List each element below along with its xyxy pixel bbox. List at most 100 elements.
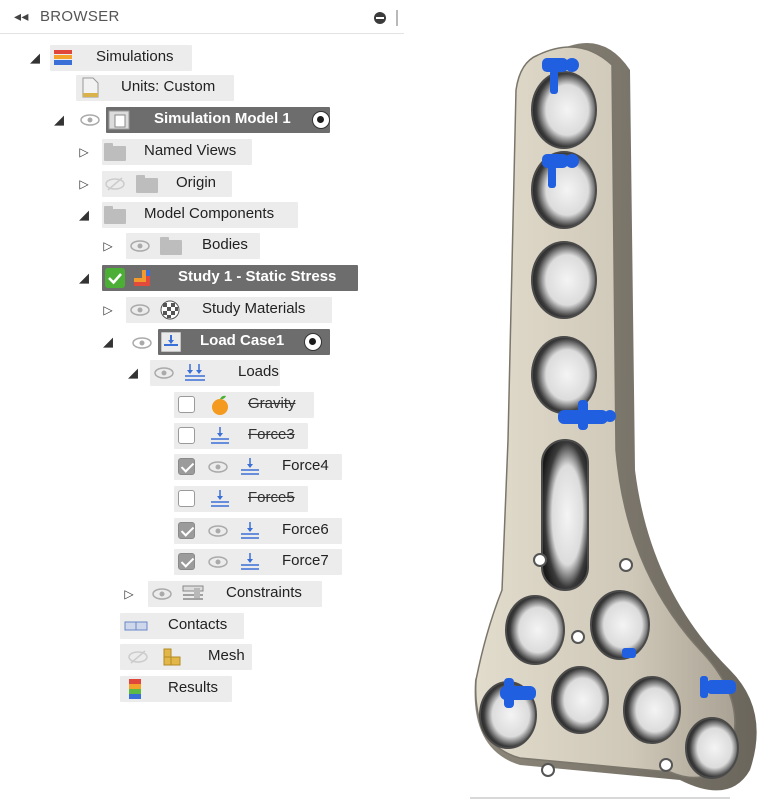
mesh-pill[interactable]: Mesh — [120, 644, 252, 670]
tree-node-force3[interactable]: Force3 — [0, 423, 404, 449]
origin-pill[interactable]: Origin — [102, 171, 232, 197]
panel-resize-handle[interactable] — [396, 10, 398, 26]
tree-node-force6[interactable]: Force6 — [0, 518, 404, 544]
expand-arrow-icon[interactable]: ◢ — [77, 270, 91, 286]
browser-title: BROWSER — [40, 8, 120, 25]
contacts-pill[interactable]: Contacts — [120, 613, 244, 639]
tree-node-load-case[interactable]: ◢ Load Case1 — [0, 329, 404, 355]
eye-icon[interactable] — [130, 239, 150, 253]
tree-node-origin[interactable]: ▷ Origin — [0, 171, 404, 197]
force3-pill[interactable]: Force3 — [174, 423, 308, 449]
folder-icon — [136, 175, 158, 193]
collapsed-arrow-icon[interactable]: ▷ — [101, 239, 115, 253]
simulation-workspace: ◂◂ BROWSER ◢ Simulations Units: Custom ◢ — [0, 0, 768, 803]
eye-icon[interactable] — [132, 336, 152, 350]
collapsed-arrow-icon[interactable]: ▷ — [77, 177, 91, 191]
gravity-checkbox[interactable] — [178, 396, 195, 413]
screw-hole — [590, 590, 650, 660]
tree-node-results[interactable]: Results — [0, 676, 404, 702]
eye-icon[interactable] — [208, 524, 228, 538]
collapse-panel-icon[interactable]: ◂◂ — [14, 8, 29, 25]
load-case-pill[interactable]: Load Case1 — [158, 329, 330, 355]
eye-icon[interactable] — [80, 114, 100, 126]
force5-checkbox[interactable] — [178, 490, 195, 507]
gravity-pill[interactable]: Gravity — [174, 392, 314, 418]
constraints-pill[interactable]: Constraints — [148, 581, 322, 607]
simulation-model-pill[interactable]: Simulation Model 1 — [106, 107, 330, 133]
eye-hidden-icon[interactable] — [105, 177, 125, 191]
force7-pill[interactable]: Force7 — [174, 549, 342, 575]
activate-radio-icon[interactable] — [312, 111, 330, 129]
force4-pill[interactable]: Force4 — [174, 454, 342, 480]
force7-checkbox[interactable] — [178, 553, 195, 570]
tree-node-loads[interactable]: ◢ Loads — [0, 360, 404, 386]
study-valid-check-icon — [105, 268, 125, 288]
eye-icon[interactable] — [208, 555, 228, 569]
tree-node-gravity[interactable]: Gravity — [0, 392, 404, 418]
eye-icon[interactable] — [152, 587, 172, 601]
expand-arrow-icon[interactable]: ◢ — [101, 334, 115, 350]
simulations-icon — [54, 50, 72, 65]
tree-node-simulation-model[interactable]: ◢ Simulation Model 1 — [0, 107, 404, 133]
tree-node-study-materials[interactable]: ▷ Study Materials — [0, 297, 404, 323]
expand-arrow-icon[interactable]: ◢ — [52, 112, 66, 128]
eye-icon[interactable] — [208, 460, 228, 474]
expand-arrow-icon[interactable]: ◢ — [77, 207, 91, 223]
force6-pill[interactable]: Force6 — [174, 518, 342, 544]
eye-icon[interactable] — [154, 366, 174, 380]
collapsed-arrow-icon[interactable]: ▷ — [101, 303, 115, 317]
named-views-pill[interactable]: Named Views — [102, 139, 252, 165]
pin-hole — [533, 553, 547, 567]
collapsed-arrow-icon[interactable]: ▷ — [77, 145, 91, 159]
force-icon — [241, 458, 259, 475]
bodies-pill[interactable]: Bodies — [126, 233, 260, 259]
study-pill[interactable]: Study 1 - Static Stress — [102, 265, 358, 291]
force5-pill[interactable]: Force5 — [174, 486, 308, 512]
simulations-pill[interactable]: Simulations — [50, 45, 192, 71]
load-case-icon — [161, 332, 181, 352]
tree-node-study[interactable]: ◢ Study 1 - Static Stress — [0, 265, 404, 291]
tree-node-force5[interactable]: Force5 — [0, 486, 404, 512]
tree-node-force4[interactable]: Force4 — [0, 454, 404, 480]
minimize-icon[interactable] — [374, 12, 386, 24]
simulations-label: Simulations — [96, 48, 174, 65]
expand-arrow-icon[interactable]: ◢ — [28, 50, 42, 66]
origin-label: Origin — [176, 174, 217, 191]
results-pill[interactable]: Results — [120, 676, 232, 702]
force-icon — [211, 427, 229, 444]
study-label: Study 1 - Static Stress — [178, 268, 337, 285]
screw-hole — [531, 241, 597, 319]
tree-node-bodies[interactable]: ▷ Bodies — [0, 233, 404, 259]
contacts-icon — [124, 621, 148, 631]
tree-node-constraints[interactable]: ▷ Constraints — [0, 581, 404, 607]
collapsed-arrow-icon[interactable]: ▷ — [122, 587, 136, 601]
folder-icon — [104, 206, 126, 224]
contacts-label: Contacts — [168, 616, 228, 633]
tree-node-simulations[interactable]: ◢ Simulations — [0, 45, 404, 71]
model-viewport[interactable] — [430, 30, 768, 803]
model-components-pill[interactable]: Model Components — [102, 202, 298, 228]
screw-hole — [623, 676, 681, 744]
force4-checkbox[interactable] — [178, 458, 195, 475]
eye-icon[interactable] — [130, 303, 150, 317]
load-glyph[interactable] — [622, 648, 636, 658]
tree-node-mesh[interactable]: Mesh — [0, 644, 404, 670]
force-icon — [241, 522, 259, 539]
expand-arrow-icon[interactable]: ◢ — [126, 365, 140, 381]
force3-checkbox[interactable] — [178, 427, 195, 444]
loads-label: Loads — [238, 363, 279, 380]
study-materials-pill[interactable]: Study Materials — [126, 297, 332, 323]
screw-hole — [531, 71, 597, 149]
tree-node-units[interactable]: Units: Custom — [0, 75, 404, 101]
force6-checkbox[interactable] — [178, 522, 195, 539]
tree-node-force7[interactable]: Force7 — [0, 549, 404, 575]
tree-node-model-components[interactable]: ◢ Model Components — [0, 202, 404, 228]
browser-header: ◂◂ BROWSER — [0, 0, 404, 34]
materials-checker-icon — [160, 300, 180, 320]
tree-node-named-views[interactable]: ▷ Named Views — [0, 139, 404, 165]
activate-radio-icon[interactable] — [304, 333, 322, 351]
units-pill[interactable]: Units: Custom — [76, 75, 234, 101]
loads-pill[interactable]: Loads — [150, 360, 280, 386]
eye-hidden-icon[interactable] — [128, 650, 148, 664]
tree-node-contacts[interactable]: Contacts — [0, 613, 404, 639]
